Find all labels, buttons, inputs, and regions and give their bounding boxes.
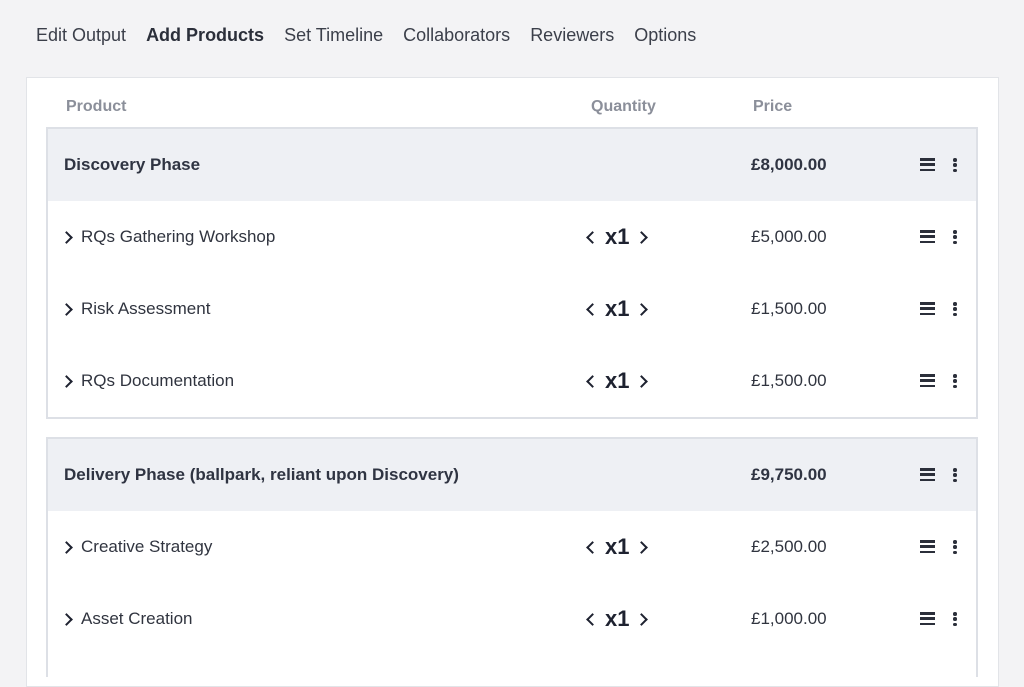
quantity-value: x1 xyxy=(605,296,630,321)
group-header: Delivery Phase (ballpark, reliant upon D… xyxy=(48,439,976,511)
product-name: RQs Documentation xyxy=(81,371,235,390)
quantity-value: x1 xyxy=(605,368,630,393)
chevron-right-icon[interactable] xyxy=(635,230,649,244)
group-header: Discovery Phase £8,000.00 xyxy=(48,129,976,201)
quantity-stepper: x1 xyxy=(586,273,649,345)
chevron-right-icon[interactable] xyxy=(635,374,649,388)
column-header-product: Product xyxy=(66,98,127,115)
product-item[interactable]: RQs Documentation xyxy=(60,345,235,417)
quantity-stepper: x1 xyxy=(586,345,649,417)
more-vertical-icon[interactable] xyxy=(953,302,957,317)
chevron-left-icon[interactable] xyxy=(586,374,599,388)
product-price: £2,500.00 xyxy=(751,537,827,556)
chevron-left-icon[interactable] xyxy=(586,230,599,244)
chevron-right-icon[interactable] xyxy=(635,612,649,626)
drag-handle-icon[interactable] xyxy=(920,230,935,244)
chevron-right-icon[interactable] xyxy=(60,540,73,554)
chevron-right-icon[interactable] xyxy=(635,540,649,554)
quantity-stepper: x1 xyxy=(586,201,649,273)
product-name: Risk Assessment xyxy=(81,299,211,318)
quantity-stepper: x1 xyxy=(586,511,649,583)
drag-handle-icon[interactable] xyxy=(920,374,935,388)
drag-handle-icon[interactable] xyxy=(920,540,935,554)
quantity-value: x1 xyxy=(605,534,630,559)
quantity-stepper: x1 xyxy=(586,583,649,655)
quantity-value: x1 xyxy=(605,224,630,249)
chevron-right-icon[interactable] xyxy=(60,374,73,388)
product-row: Risk Assessment x1 £1,500.00 xyxy=(48,273,976,345)
tab-set-timeline[interactable]: Set Timeline xyxy=(274,0,393,77)
chevron-right-icon[interactable] xyxy=(60,612,73,626)
more-vertical-icon[interactable] xyxy=(953,374,957,389)
more-vertical-icon[interactable] xyxy=(953,540,957,555)
group-title: Discovery Phase xyxy=(64,155,201,174)
product-price: £1,500.00 xyxy=(751,299,827,318)
quantity-value: x1 xyxy=(605,606,630,631)
product-item[interactable]: Risk Assessment xyxy=(60,273,211,345)
tab-collaborators[interactable]: Collaborators xyxy=(393,0,520,77)
more-vertical-icon[interactable] xyxy=(953,158,957,173)
product-row: Creative Strategy x1 £2,500.00 xyxy=(48,511,976,583)
drag-handle-icon[interactable] xyxy=(920,612,935,626)
product-item[interactable]: Asset Creation xyxy=(60,583,193,655)
drag-handle-icon[interactable] xyxy=(920,158,935,172)
product-item[interactable]: RQs Gathering Workshop xyxy=(60,201,276,273)
group-price: £8,000.00 xyxy=(751,155,827,174)
tab-edit-output[interactable]: Edit Output xyxy=(26,0,136,77)
chevron-right-icon[interactable] xyxy=(635,302,649,316)
product-row: RQs Documentation x1 £1,500.00 xyxy=(48,345,976,417)
product-row: Asset Creation x1 £1,000.00 xyxy=(48,583,976,655)
drag-handle-icon[interactable] xyxy=(920,302,935,316)
tab-reviewers[interactable]: Reviewers xyxy=(520,0,624,77)
product-price: £1,500.00 xyxy=(751,371,827,390)
product-price: £1,000.00 xyxy=(751,609,827,628)
column-header-quantity: Quantity xyxy=(591,98,656,115)
product-name: Asset Creation xyxy=(81,609,193,628)
chevron-left-icon[interactable] xyxy=(586,302,599,316)
product-group-delivery: Delivery Phase (ballpark, reliant upon D… xyxy=(46,437,978,677)
more-vertical-icon[interactable] xyxy=(953,468,957,483)
more-vertical-icon[interactable] xyxy=(953,230,957,245)
chevron-right-icon[interactable] xyxy=(60,302,73,316)
chevron-left-icon[interactable] xyxy=(586,612,599,626)
column-header-price: Price xyxy=(753,98,793,115)
tab-bar: Edit Output Add Products Set Timeline Co… xyxy=(26,0,706,83)
chevron-right-icon[interactable] xyxy=(60,230,73,244)
tab-options[interactable]: Options xyxy=(624,0,706,77)
product-group-discovery: Discovery Phase £8,000.00 RQs Gathering … xyxy=(46,127,978,419)
product-item[interactable]: Creative Strategy xyxy=(60,511,213,583)
product-name: RQs Gathering Workshop xyxy=(81,227,276,246)
group-price: £9,750.00 xyxy=(751,465,827,484)
product-row: RQs Gathering Workshop x1 £5,000.00 xyxy=(48,201,976,273)
group-title: Delivery Phase (ballpark, reliant upon D… xyxy=(64,465,459,484)
more-vertical-icon[interactable] xyxy=(953,612,957,627)
product-price: £5,000.00 xyxy=(751,227,827,246)
chevron-left-icon[interactable] xyxy=(586,540,599,554)
product-name: Creative Strategy xyxy=(81,537,213,556)
tab-add-products[interactable]: Add Products xyxy=(136,0,275,83)
drag-handle-icon[interactable] xyxy=(920,468,935,482)
